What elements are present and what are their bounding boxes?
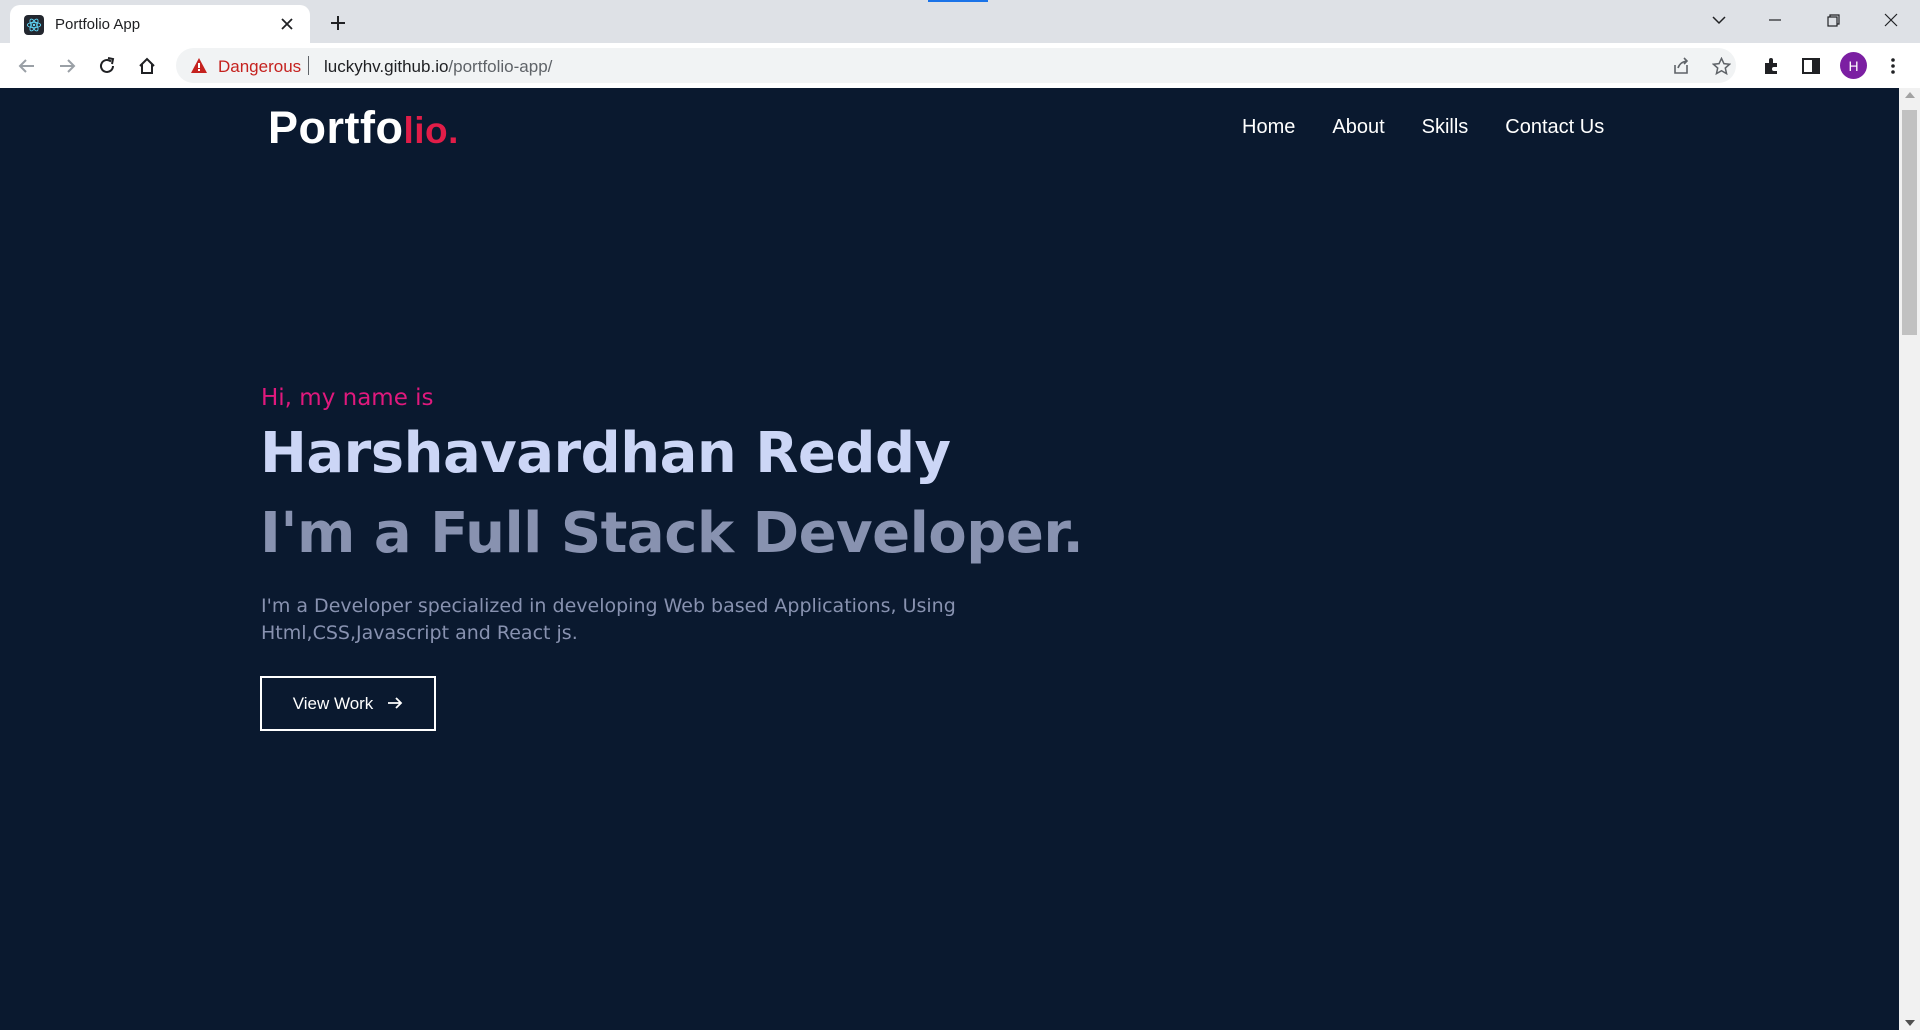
arrow-right-icon [387, 694, 403, 714]
tab-title: Portfolio App [55, 16, 141, 33]
forward-icon[interactable] [50, 49, 84, 83]
view-work-button[interactable]: View Work [260, 676, 436, 731]
profile-avatar[interactable]: H [1840, 52, 1867, 79]
hero-description: I'm a Developer specialized in developin… [261, 595, 956, 644]
nav-about[interactable]: About [1332, 116, 1384, 139]
hero-intro: Hi, my name is [261, 385, 434, 411]
site-logo[interactable]: Portfolio. [268, 102, 459, 154]
url-path: /portfolio-app/ [448, 57, 553, 76]
address-bar[interactable]: Dangerous luckyhv.github.io/portfolio-ap… [176, 48, 1736, 83]
logo-main: Portfo [268, 102, 404, 153]
extensions-icon[interactable] [1754, 49, 1788, 83]
reload-icon[interactable] [90, 49, 124, 83]
nav-skills[interactable]: Skills [1422, 116, 1469, 139]
menu-kebab-icon[interactable] [1876, 49, 1910, 83]
tab-strip: Portfolio App [0, 0, 1920, 43]
new-tab-button[interactable] [322, 7, 354, 39]
bookmark-star-icon[interactable] [1709, 54, 1733, 78]
hero-name: Harshavardhan Reddy [260, 421, 951, 486]
scroll-up-icon[interactable] [1905, 92, 1915, 98]
share-icon[interactable] [1669, 54, 1693, 78]
browser-toolbar: Dangerous luckyhv.github.io/portfolio-ap… [0, 43, 1920, 88]
home-icon[interactable] [130, 49, 164, 83]
loading-indicator [928, 0, 988, 2]
page-scrollbar[interactable] [1899, 88, 1920, 1030]
side-panel-icon[interactable] [1794, 49, 1828, 83]
warning-icon[interactable] [190, 57, 208, 79]
nav-home[interactable]: Home [1242, 116, 1295, 139]
scroll-down-icon[interactable] [1905, 1020, 1915, 1026]
main-nav: Home About Skills Contact Us [1242, 116, 1604, 139]
url-text[interactable]: luckyhv.github.io/portfolio-app/ [324, 57, 552, 77]
view-work-label: View Work [292, 693, 374, 713]
scroll-thumb[interactable] [1902, 110, 1917, 335]
browser-tab[interactable]: Portfolio App [10, 5, 310, 43]
restore-icon[interactable] [1805, 0, 1861, 40]
logo-accent: lio. [403, 110, 459, 151]
divider [308, 56, 309, 75]
page-viewport: Portfolio. Home About Skills Contact Us … [0, 88, 1899, 1030]
nav-contact[interactable]: Contact Us [1505, 116, 1604, 139]
react-logo-icon [24, 15, 44, 35]
back-icon[interactable] [10, 49, 44, 83]
close-window-icon[interactable] [1863, 0, 1919, 40]
url-host: luckyhv.github.io [324, 57, 449, 76]
hero-role: I'm a Full Stack Developer. [260, 501, 1084, 566]
close-tab-icon[interactable] [274, 11, 300, 37]
security-label[interactable]: Dangerous [218, 57, 301, 77]
minimize-icon[interactable] [1747, 0, 1803, 40]
tab-search-icon[interactable] [1691, 0, 1747, 40]
